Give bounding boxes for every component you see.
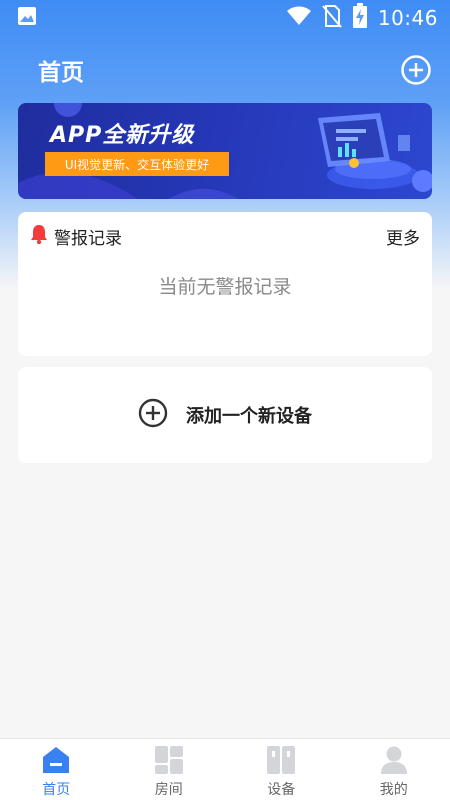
alarm-header: 警报记录 更多: [18, 212, 432, 260]
status-bar: 10:46: [0, 0, 450, 36]
nav-item-mine[interactable]: 我的: [338, 739, 450, 800]
add-circle-icon: [138, 398, 168, 432]
nav-item-room[interactable]: 房间: [113, 739, 226, 800]
nav-label-device: 设备: [267, 782, 296, 798]
image-icon: [16, 5, 38, 31]
banner-subtitle: UI视觉更新、交互体验更好: [45, 152, 229, 176]
user-icon: [379, 745, 409, 775]
add-device-button[interactable]: 添加一个新设备: [18, 367, 432, 463]
page-title: 首页: [38, 60, 84, 86]
nav-label-mine: 我的: [379, 782, 408, 798]
nav-label-home: 首页: [42, 782, 71, 798]
add-circle-icon: [401, 55, 431, 85]
nav-item-home[interactable]: 首页: [0, 739, 113, 800]
alarm-title: 警报记录: [54, 228, 122, 249]
alarm-empty-text: 当前无警报记录: [158, 276, 292, 298]
add-button[interactable]: [400, 54, 432, 86]
alarm-more-link[interactable]: 更多: [386, 224, 420, 249]
room-icon: [154, 745, 184, 775]
app-header: 首页: [0, 50, 450, 90]
nav-item-device[interactable]: 设备: [225, 739, 338, 800]
battery-charging-icon: [352, 3, 368, 33]
no-sim-icon: [322, 4, 342, 32]
nav-label-room: 房间: [154, 782, 183, 798]
add-device-label: 添加一个新设备: [186, 406, 312, 427]
home-icon: [41, 745, 71, 775]
banner-title: APP全新升级: [50, 123, 195, 148]
alarm-card: 警报记录 更多 当前无警报记录: [18, 212, 432, 356]
promo-banner[interactable]: APP全新升级 UI视觉更新、交互体验更好: [18, 103, 432, 199]
bottom-nav: 首页 房间 设备 我的: [0, 738, 450, 800]
status-time: 10:46: [377, 6, 438, 30]
wifi-icon: [286, 5, 312, 31]
bell-icon: [28, 223, 50, 249]
device-icon: [266, 745, 296, 775]
